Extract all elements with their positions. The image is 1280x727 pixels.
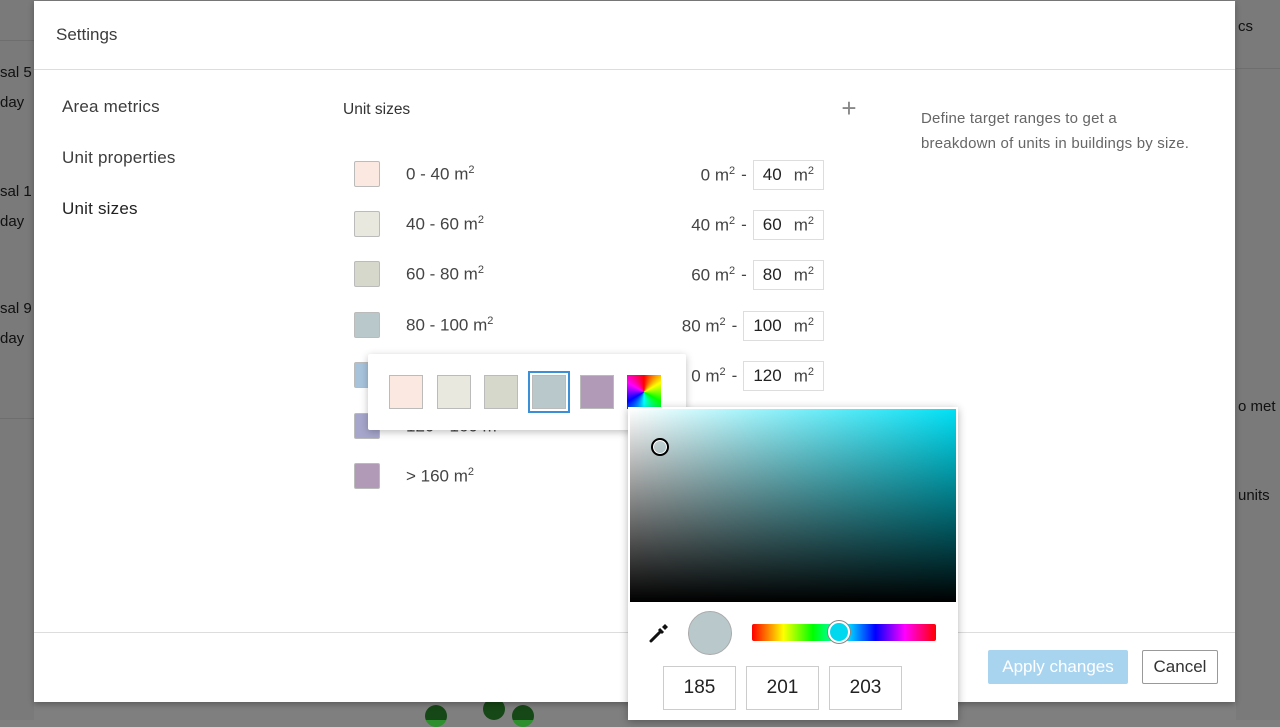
range-max-input[interactable]: 40 m2 <box>752 160 824 190</box>
unit-size-row: 60 - 80 m2 60 m2-80 m2 <box>354 259 824 291</box>
range-separator: - <box>741 165 747 184</box>
range-min: 60 m2 <box>691 264 736 285</box>
palette-swatch[interactable] <box>580 375 614 409</box>
unit-size-row: 80 - 100 m2 80 m2-100 m2 <box>354 310 824 342</box>
range-separator: - <box>741 265 747 284</box>
color-swatch-button[interactable] <box>354 261 380 287</box>
range-separator: - <box>731 366 738 385</box>
range-min: 40 m2 <box>691 214 736 235</box>
range-label: 40 - 60 m2 <box>406 214 484 234</box>
color-swatch-button[interactable] <box>354 161 380 187</box>
cancel-button[interactable]: Cancel <box>1142 650 1218 684</box>
nav-item-area-metrics[interactable]: Area metrics <box>62 97 176 148</box>
dialog-title: Settings <box>34 1 1235 70</box>
palette-swatch[interactable] <box>389 375 423 409</box>
nav-item-unit-sizes[interactable]: Unit sizes <box>62 199 176 250</box>
range-min: 0 m2 <box>700 164 736 185</box>
help-text: Define target ranges to get a breakdown … <box>921 110 1190 152</box>
plus-icon: + <box>841 93 857 123</box>
blue-input[interactable]: 203 <box>829 666 902 710</box>
range-max-input[interactable]: 120 m2 <box>743 361 824 391</box>
color-preview <box>688 611 732 655</box>
color-swatch-button[interactable] <box>354 312 380 338</box>
range-max-input[interactable]: 60 m2 <box>752 210 824 240</box>
section-title: Unit sizes <box>343 101 411 118</box>
unit-size-row: 0 - 40 m2 0 m2-40 m2 <box>354 159 824 191</box>
hue-slider-handle[interactable] <box>828 621 850 643</box>
range-min: 0 m2 <box>691 365 726 386</box>
unit-size-row: 40 - 60 m2 40 m2-60 m2 <box>354 209 824 241</box>
rainbow-icon[interactable] <box>627 375 661 409</box>
palette-swatch[interactable] <box>532 375 566 409</box>
range-inputs: 0 m2-40 m2 <box>701 159 824 191</box>
palette-swatch[interactable] <box>484 375 518 409</box>
color-swatch-button[interactable] <box>354 463 380 489</box>
eyedropper-icon[interactable] <box>648 622 670 644</box>
palette-swatch[interactable] <box>437 375 471 409</box>
color-swatch-button[interactable] <box>354 211 380 237</box>
range-inputs: 80 m2-100 m2 <box>682 310 824 342</box>
add-range-button[interactable]: + <box>838 95 860 121</box>
range-label: > 160 m2 <box>406 466 475 486</box>
sv-cursor[interactable] <box>651 438 669 456</box>
saturation-value-area[interactable] <box>630 409 956 602</box>
range-inputs: 0 m2-120 m2 <box>691 360 824 392</box>
green-input[interactable]: 201 <box>746 666 819 710</box>
range-inputs: 40 m2-60 m2 <box>691 209 824 241</box>
range-label: 80 - 100 m2 <box>406 315 494 335</box>
range-min: 80 m2 <box>681 315 726 336</box>
range-label: 0 - 40 m2 <box>406 164 475 184</box>
nav-item-unit-properties[interactable]: Unit properties <box>62 148 176 199</box>
range-max-input[interactable]: 80 m2 <box>752 260 824 290</box>
settings-nav: Area metrics Unit properties Unit sizes <box>62 97 176 250</box>
range-max-input[interactable]: 100 m2 <box>743 311 824 341</box>
range-label: 60 - 80 m2 <box>406 264 484 284</box>
range-separator: - <box>731 316 738 335</box>
range-separator: - <box>741 215 747 234</box>
red-input[interactable]: 185 <box>663 666 736 710</box>
range-inputs: 60 m2-80 m2 <box>691 259 824 291</box>
apply-changes-button[interactable]: Apply changes <box>988 650 1128 684</box>
color-picker: 185 201 203 <box>628 407 958 720</box>
